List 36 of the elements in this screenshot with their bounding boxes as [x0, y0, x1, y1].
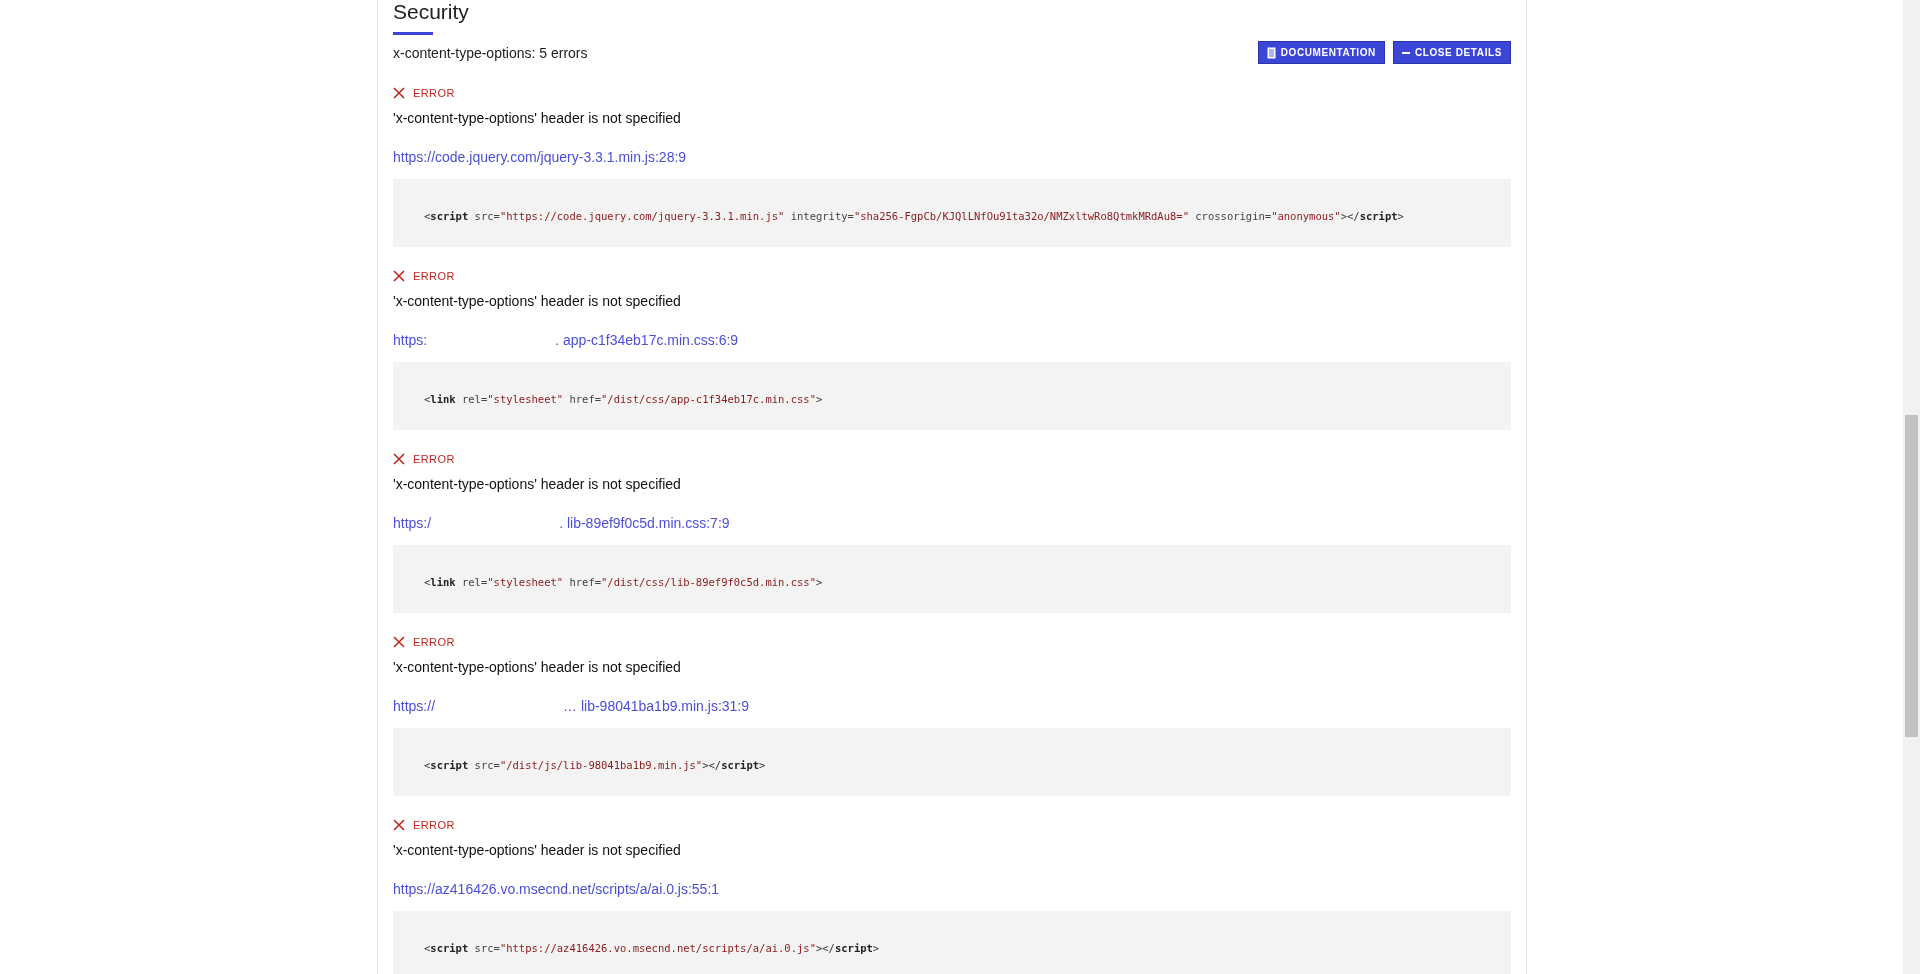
code-line: <script src="https://az416426.vo.msecnd.net/scripts/a/ai.0.js"></script>	[424, 942, 881, 954]
code-line: <link rel="stylesheet" href="/dist/css/lib-89ef9f0c5d.min.css">	[424, 576, 824, 588]
scrollbar[interactable]	[1903, 0, 1920, 974]
document-icon	[1266, 46, 1276, 59]
source-link[interactable]: https://	[393, 698, 436, 714]
source-link[interactable]: . lib-89ef9f0c5d.min.css:7:9	[559, 515, 730, 531]
error-label: ERROR	[413, 819, 455, 831]
minus-icon	[1401, 51, 1410, 54]
documentation-button[interactable]: DOCUMENTATION	[1257, 41, 1385, 64]
scrollbar-thumb[interactable]	[1905, 415, 1918, 737]
error-message: 'x-content-type-options' header is not specified	[393, 110, 682, 126]
error-icon	[393, 819, 405, 831]
error-label: ERROR	[413, 270, 455, 282]
error-icon	[393, 636, 405, 648]
error-label: ERROR	[413, 453, 455, 465]
summary-text: x-content-type-options: 5 errors	[393, 44, 588, 61]
source-link[interactable]: https://az416426.vo.msecnd.net/scripts/a/ai.0.js:55:1	[393, 881, 720, 897]
error-label: ERROR	[413, 636, 455, 648]
source-link[interactable]: https:	[393, 332, 428, 348]
source-link[interactable]: https:/	[393, 515, 432, 531]
code-line: <script src="/dist/js/lib-98041ba1b9.min.js"></script>	[424, 759, 767, 771]
error-message: 'x-content-type-options' header is not specified	[393, 842, 682, 858]
code-line: <link rel="stylesheet" href="/dist/css/app-c1f34eb17c.min.css">	[424, 393, 824, 405]
source-link[interactable]: … lib-98041ba1b9.min.js:31:9	[563, 698, 750, 714]
error-label: ERROR	[413, 87, 455, 99]
error-message: 'x-content-type-options' header is not specified	[393, 659, 682, 675]
source-link[interactable]: . app-c1f34eb17c.min.css:6:9	[555, 332, 739, 348]
error-icon	[393, 270, 405, 282]
error-icon	[393, 87, 405, 99]
close-details-button[interactable]: CLOSE DETAILS	[1392, 41, 1511, 64]
error-icon	[393, 453, 405, 465]
error-message: 'x-content-type-options' header is not specified	[393, 293, 682, 309]
code-line: <script src="https://code.jquery.com/jquery-3.3.1.min.js" integrity="sha256-FgpCb/KJQlLNfOu91ta32o/NMZxltwRo8QtmkMRdAu8=" crossorigin="anonymous"></script>	[424, 210, 1405, 222]
error-message: 'x-content-type-options' header is not specified	[393, 476, 682, 492]
section-title: Security	[393, 0, 470, 24]
source-link[interactable]: https://code.jquery.com/jquery-3.3.1.min.js:28:9	[393, 149, 687, 165]
